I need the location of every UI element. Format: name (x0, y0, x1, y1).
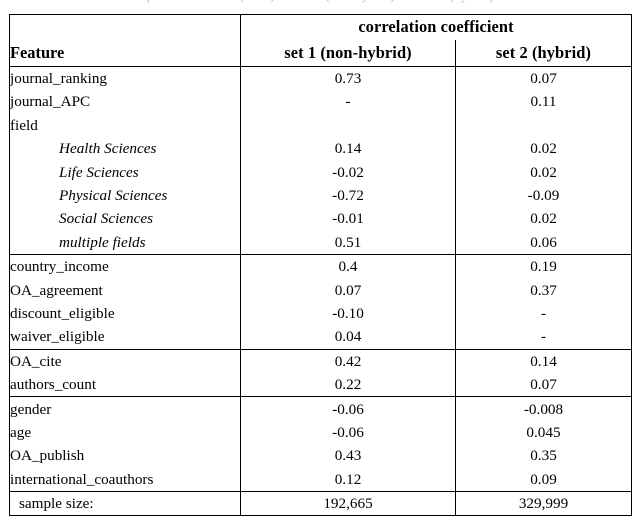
table-row: field (10, 113, 632, 138)
set-1-value-cell: -0.72 (240, 183, 456, 208)
set-1-value-cell: -0.01 (240, 207, 456, 231)
set-1-value-cell: 0.4 (240, 254, 456, 279)
feature-name-cell: Life Sciences (59, 163, 139, 181)
set-2-value-cell: 0.19 (455, 254, 632, 279)
set-2-value-cell: - (455, 325, 632, 350)
feature-name-cell: sample size: (19, 495, 94, 513)
table-row: OA_cite 0.42 0.14 (10, 349, 632, 374)
feature-name-cell: OA_publish (10, 447, 85, 465)
table-row: Health Sciences 0.14 0.02 (10, 137, 632, 161)
header-set-1: set 1 (non-hybrid) (240, 40, 456, 67)
table-row: authors_count 0.22 0.07 (9, 373, 632, 398)
table-row: waiver_eligible 0.04- (9, 325, 632, 350)
set-2-value-cell: 0.02 (455, 207, 632, 231)
table-row: OA_publish 0.43 0.35 (10, 444, 632, 468)
feature-name-cell: OA_agreement (10, 281, 103, 299)
set-1-value-cell: -0.02 (240, 160, 456, 184)
set-2-value-cell: 0.06 (455, 230, 632, 256)
table-row: international_coauthors 0.12 0.09 (9, 467, 632, 493)
table-body: journal_ranking 0.73 0.07 journal_APC -0.11 f… (9, 66, 632, 516)
feature-name-cell: age (10, 423, 32, 441)
feature-name-cell: OA_cite (10, 352, 62, 370)
set-1-value-cell: -0.06 (240, 396, 456, 421)
cropped-caption-text: of the features with the dependent varia… (6, 0, 634, 4)
feature-name-cell: gender (10, 400, 52, 418)
set-1-value-cell: 0.07 (240, 278, 456, 302)
set-1-value-cell: 0.04 (240, 325, 456, 350)
set-2-value-cell: 0.07 (455, 373, 632, 398)
set-2-value-cell: 329,999 (455, 491, 632, 516)
feature-name-cell: country_income (10, 258, 109, 276)
set-1-value-cell: 0.51 (240, 230, 456, 256)
feature-name-cell: journal_ranking (10, 70, 108, 88)
set-2-value-cell: 0.11 (455, 90, 632, 114)
table-header: correlation coefficient Feature set 1 (n… (9, 14, 632, 67)
feature-name-cell: journal_APC (10, 93, 91, 111)
feature-name-cell: Health Sciences (59, 140, 157, 158)
table-row: discount_eligible -0.10- (10, 301, 632, 326)
set-2-value-cell: -0.008 (455, 396, 632, 421)
set-1-value-cell: -0.06 (240, 420, 456, 445)
table-row: journal_ranking 0.73 0.07 (10, 66, 632, 91)
set-2-value-cell: -0.09 (455, 183, 632, 208)
feature-name-cell: discount_eligible (10, 305, 115, 322)
feature-name-cell: waiver_eligible (9, 325, 241, 350)
table-row: multiple fields 0.51 0.06 (9, 230, 632, 256)
set-2-value-cell: 0.07 (455, 66, 632, 91)
table-row: country_income 0.4 0.19 (10, 254, 632, 279)
set-1-value-cell: 192,665 (240, 491, 456, 516)
set-1-value-cell: - (240, 90, 456, 114)
table-row: sample size: 192,665 329,999 (10, 491, 632, 516)
table-row: gender -0.06 -0.008 (10, 396, 632, 421)
correlation-coefficient-table: correlation coefficient Feature set 1 (n… (9, 14, 632, 516)
set-2-value-cell: 0.09 (455, 467, 632, 493)
set-1-value-cell: 0.73 (240, 66, 456, 91)
set-1-value-cell: 0.22 (240, 373, 456, 398)
set-2-value-cell: 0.02 (455, 137, 632, 161)
table-container: correlation coefficient Feature set 1 (n… (0, 14, 640, 516)
set-1-value-cell: -0.10 (240, 301, 456, 326)
set-2-value-cell: 0.02 (455, 160, 632, 184)
header-column-row: Feature set 1 (non-hybrid) set 2 (hybrid… (9, 40, 632, 67)
feature-name-cell: international_coauthors (9, 467, 241, 493)
feature-name-cell: authors_count (9, 373, 241, 398)
set-2-value-cell: 0.045 (455, 420, 632, 445)
set-2-value-cell: - (455, 301, 632, 326)
set-1-value-cell (240, 113, 456, 138)
feature-name-cell: Physical Sciences (59, 187, 168, 205)
table-row: age -0.06 0.045 (10, 420, 632, 445)
table-row: Life Sciences -0.02 0.02 (10, 160, 632, 184)
header-set-2: set 2 (hybrid) (455, 40, 632, 67)
header-empty-cell (10, 15, 241, 41)
set-2-value-cell: 0.37 (455, 278, 632, 302)
feature-name-cell: Social Sciences (59, 210, 154, 228)
feature-name-cell: field (10, 116, 38, 134)
header-group-row: correlation coefficient (10, 14, 632, 41)
table-row: Physical Sciences -0.72 -0.09 (10, 183, 632, 208)
set-1-value-cell: 0.14 (240, 137, 456, 161)
feature-name-cell: multiple fields (9, 230, 241, 256)
header-feature: Feature (9, 40, 241, 67)
set-2-value-cell (455, 113, 632, 138)
set-1-value-cell: 0.42 (240, 349, 456, 374)
set-2-value-cell: 0.35 (455, 444, 632, 468)
header-correlation-coefficient: correlation coefficient (240, 14, 632, 40)
table-row: journal_APC -0.11 (10, 90, 632, 114)
cropped-caption-sliver: of the features with the dependent varia… (0, 0, 640, 14)
set-1-value-cell: 0.12 (240, 467, 456, 493)
set-1-value-cell: 0.43 (240, 444, 456, 468)
table-row: OA_agreement 0.07 0.37 (10, 278, 632, 302)
set-2-value-cell: 0.14 (455, 349, 632, 374)
table-row: Social Sciences -0.01 0.02 (10, 207, 632, 231)
